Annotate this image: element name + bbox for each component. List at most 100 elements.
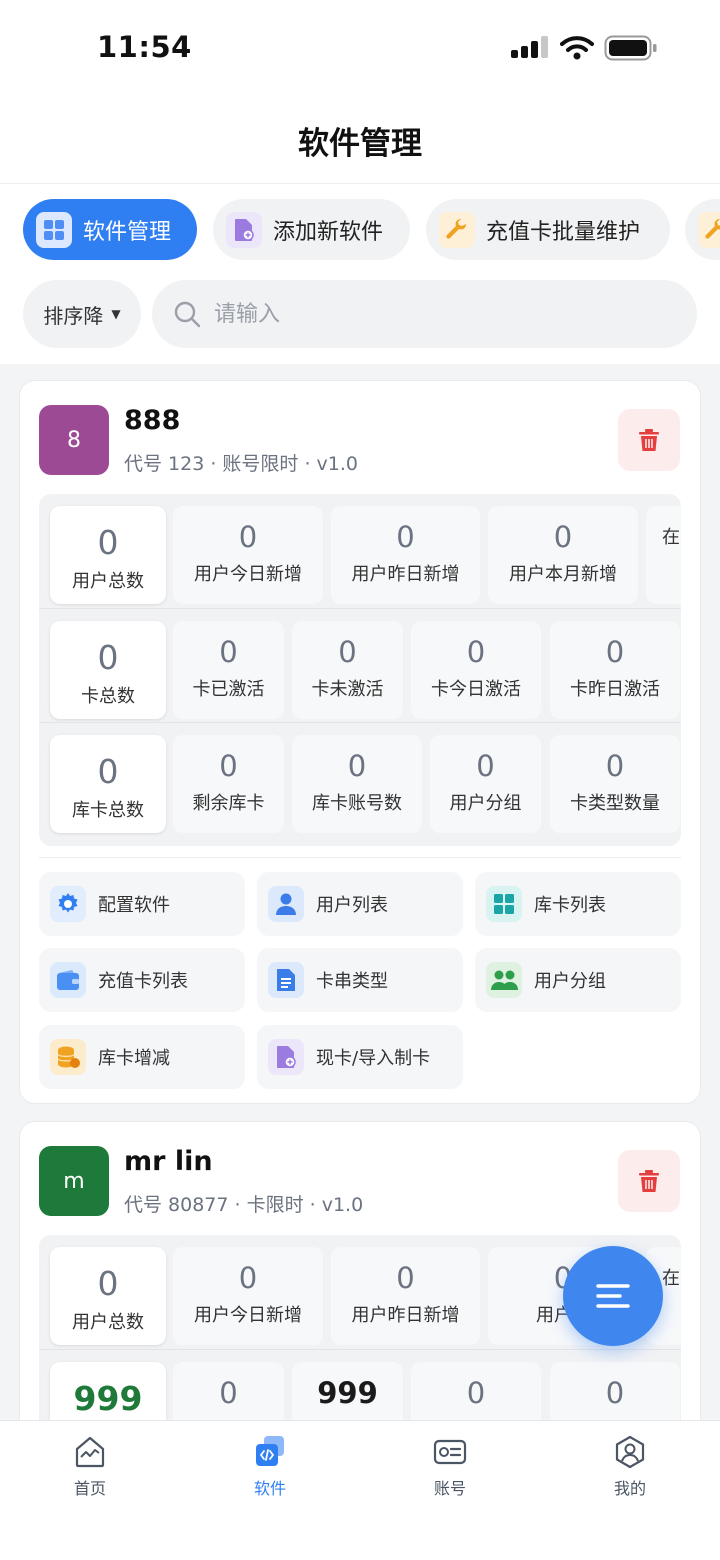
action-label: 充值卡列表 [98, 971, 188, 992]
wallet-icon [50, 962, 86, 998]
nav-profile[interactable]: 我的 [540, 1435, 720, 1499]
coins-icon [50, 1039, 86, 1075]
grid-icon [486, 886, 522, 922]
profile-icon [615, 1435, 645, 1469]
tab-add-software[interactable]: 添加新软件 [213, 199, 410, 260]
cellular-signal-icon [511, 36, 548, 58]
stat-card[interactable]: 0 用户昨日新增 [331, 1247, 480, 1345]
action-recharge-card-list[interactable]: 充值卡列表 [39, 948, 245, 1012]
sort-dropdown[interactable]: 排序降 ▼ [23, 280, 141, 348]
user-icon [268, 886, 304, 922]
nav-account[interactable]: 账号 [360, 1435, 540, 1499]
software-avatar: 8 [39, 405, 109, 475]
stat-card[interactable]: 0 剩余库卡 [173, 735, 284, 833]
stats-row: 0 库卡总数 0 剩余库卡 0 库卡账号数 0 用户分组 0 卡类型数量 [39, 722, 681, 836]
stat-card[interactable]: 0 用户昨日新增 [331, 506, 480, 604]
action-label: 配置软件 [98, 895, 170, 916]
tab-label: 添加新软件 [273, 219, 384, 245]
stat-card[interactable]: 0 卡已激活 [173, 621, 284, 719]
gear-icon [50, 886, 86, 922]
stat-card[interactable]: 0 用户本月新增 [488, 506, 638, 604]
software-meta: 代号 123 · 账号限时 · v1.0 [124, 453, 359, 475]
trash-icon [639, 1170, 659, 1192]
stat-card[interactable]: 0 卡今日激活 [411, 621, 541, 719]
wrench-icon [439, 211, 475, 248]
home-chart-icon [75, 1436, 105, 1468]
action-configure-software[interactable]: 配置软件 [39, 872, 245, 936]
tab-software-management[interactable]: 软件管理 [23, 199, 197, 260]
grid-icon [36, 211, 72, 248]
toolbar-zone: 软件管理 添加新软件 充值卡批量维护 排序降 ▼ [0, 184, 720, 364]
software-avatar: m [39, 1146, 109, 1216]
software-name: mr lin [124, 1146, 213, 1177]
battery-icon [604, 35, 657, 61]
action-card-type[interactable]: 卡串类型 [257, 948, 463, 1012]
search-bar[interactable] [152, 280, 697, 348]
menu-fab-button[interactable] [563, 1246, 663, 1346]
stat-card[interactable]: 0 卡类型数量 [550, 735, 680, 833]
stat-card[interactable]: 0 卡未激活 [292, 621, 403, 719]
software-meta: 代号 80877 · 卡限时 · v1.0 [124, 1194, 364, 1216]
stat-card[interactable]: 999 [292, 1362, 403, 1420]
stat-card[interactable]: 0 用户总数 [50, 1247, 166, 1345]
stats-row: 0 卡总数 0 卡已激活 0 卡未激活 0 卡今日激活 0 卡昨日激活 [39, 608, 681, 722]
software-card: 8 888 代号 123 · 账号限时 · v1.0 0 用户总数 0 用户今日新增… [19, 380, 701, 1104]
stat-card[interactable]: 0 用户今日新增 [173, 1247, 323, 1345]
tab-recharge-batch[interactable]: 充值卡批量维护 [426, 199, 670, 260]
tab-label: 充值卡批量维护 [486, 219, 641, 245]
action-stock-card-list[interactable]: 库卡列表 [475, 872, 681, 936]
stat-card[interactable]: 0 [550, 1362, 680, 1420]
wifi-icon [560, 36, 594, 60]
stats-row: 999 0 999 0 0 [39, 1349, 681, 1420]
stat-card[interactable]: 在 [646, 506, 681, 604]
wrench-icon [698, 211, 720, 248]
caret-down-icon: ▼ [111, 307, 121, 321]
tab-label: 软件管理 [83, 219, 172, 245]
action-label: 库卡增减 [98, 1048, 170, 1069]
action-label: 卡串类型 [316, 971, 388, 992]
page-title: 软件管理 [298, 126, 422, 162]
action-label: 现卡/导入制卡 [316, 1048, 431, 1069]
tab-more[interactable] [685, 199, 720, 260]
menu-lines-icon [596, 1284, 630, 1308]
stat-card[interactable]: 0 卡昨日激活 [550, 621, 680, 719]
stat-card[interactable]: 0 用户今日新增 [173, 506, 323, 604]
delete-button[interactable] [618, 409, 680, 471]
stat-card[interactable]: 999 [50, 1362, 166, 1420]
stat-card[interactable]: 0 库卡账号数 [292, 735, 422, 833]
file-add-icon [268, 1039, 304, 1075]
action-import-cards[interactable]: 现卡/导入制卡 [257, 1025, 463, 1089]
page-header: 软件管理 [0, 96, 720, 184]
software-name: 888 [124, 405, 181, 436]
stat-card[interactable]: 0 库卡总数 [50, 735, 166, 833]
action-stock-adjust[interactable]: 库卡增减 [39, 1025, 245, 1089]
id-card-icon [433, 1439, 467, 1465]
stat-card[interactable]: 0 卡总数 [50, 621, 166, 719]
action-label: 用户分组 [534, 971, 606, 992]
action-user-list[interactable]: 用户列表 [257, 872, 463, 936]
stat-card[interactable]: 0 用户总数 [50, 506, 166, 604]
trash-icon [639, 429, 659, 451]
nav-home[interactable]: 首页 [0, 1435, 180, 1499]
bottom-nav: 首页 软件 账号 我的 [0, 1420, 720, 1560]
stats-row: 0 用户总数 0 用户今日新增 0 用户昨日新增 0 用户本月新增 在 [39, 494, 681, 608]
nav-software[interactable]: 软件 [180, 1435, 360, 1499]
stat-card[interactable]: 0 用户分组 [430, 735, 541, 833]
stat-card[interactable]: 0 [173, 1362, 284, 1420]
users-icon [486, 962, 522, 998]
action-label: 库卡列表 [534, 895, 606, 916]
code-icon [256, 1436, 284, 1466]
document-icon [268, 962, 304, 998]
stats-panel: 0 用户总数 0 用户今日新增 0 用户昨日新增 0 用户本月新增 在 0 卡总数 0 卡已… [39, 494, 681, 846]
divider [39, 857, 681, 858]
search-input[interactable] [214, 301, 674, 327]
search-icon [174, 301, 201, 328]
sort-label: 排序降 [43, 303, 104, 328]
action-label: 用户列表 [316, 895, 388, 916]
status-bar: 11:54 [0, 0, 720, 96]
action-user-group[interactable]: 用户分组 [475, 948, 681, 1012]
delete-button[interactable] [618, 1150, 680, 1212]
stat-card[interactable]: 0 [411, 1362, 541, 1420]
status-time: 11:54 [97, 30, 192, 64]
file-add-icon [226, 211, 262, 248]
